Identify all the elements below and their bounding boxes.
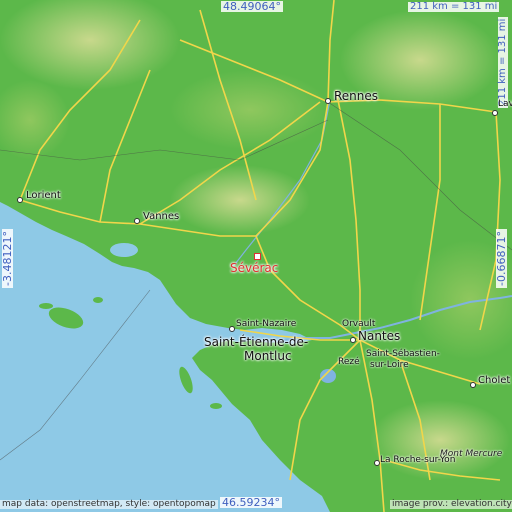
city-label-saint-etienne: Saint-Étienne-de- <box>204 335 309 349</box>
city-label-rennes: Rennes <box>334 89 379 103</box>
credit-map-data: map data: openstreetmap, style: opentopo… <box>0 499 218 509</box>
city-label-nantes: Nantes <box>358 329 401 343</box>
scale-vertical: 211 km = 131 mi <box>497 16 508 108</box>
city-marker-saint-nazaire <box>229 326 235 332</box>
gulf-morbihan <box>110 243 138 257</box>
map-view[interactable]: 48.49064° 46.59234° -3.48121° -0.66871° … <box>0 0 512 512</box>
city-label-saint-sebastien-1: Saint-Sébastien- <box>366 349 440 359</box>
city-marker-vannes <box>134 218 140 224</box>
city-label-lorient: Lorient <box>26 190 61 201</box>
city-label-saint-nazaire: Saint-Nazaire <box>236 319 297 329</box>
city-marker-cholet <box>470 382 476 388</box>
city-label-montluc: Montluc <box>244 349 292 363</box>
south-coordinate: 46.59234° <box>220 496 282 509</box>
scale-horizontal: 211 km = 131 mi <box>408 1 500 12</box>
city-marker-nantes <box>350 337 356 343</box>
target-city-label: Sévérac <box>230 261 279 275</box>
island-small-1 <box>39 303 53 309</box>
west-coordinate: -3.48121° <box>1 229 14 288</box>
city-marker-laval <box>492 110 498 116</box>
city-label-reze: Rezé <box>338 357 360 367</box>
city-label-vannes: Vannes <box>143 211 180 222</box>
city-label-saint-sebastien-2: sur-Loire <box>370 360 409 370</box>
island-belle-ile <box>48 307 84 329</box>
city-label-cholet: Cholet <box>478 375 511 386</box>
city-marker-lorient <box>17 197 23 203</box>
city-label-la-roche: La Roche-sur-Yon <box>380 455 456 465</box>
city-marker-rennes <box>325 98 331 104</box>
city-label-orvault: Orvault <box>342 319 376 329</box>
island-yeu <box>210 403 222 409</box>
credit-image: image prov.: elevation.city <box>390 499 512 509</box>
east-coordinate: -0.66871° <box>495 229 508 288</box>
target-marker[interactable] <box>254 253 261 260</box>
city-label-laval: Laval <box>498 99 512 109</box>
island-small-2 <box>93 297 103 303</box>
island-noirmoutier <box>179 366 193 394</box>
north-coordinate: 48.49064° <box>221 0 283 13</box>
